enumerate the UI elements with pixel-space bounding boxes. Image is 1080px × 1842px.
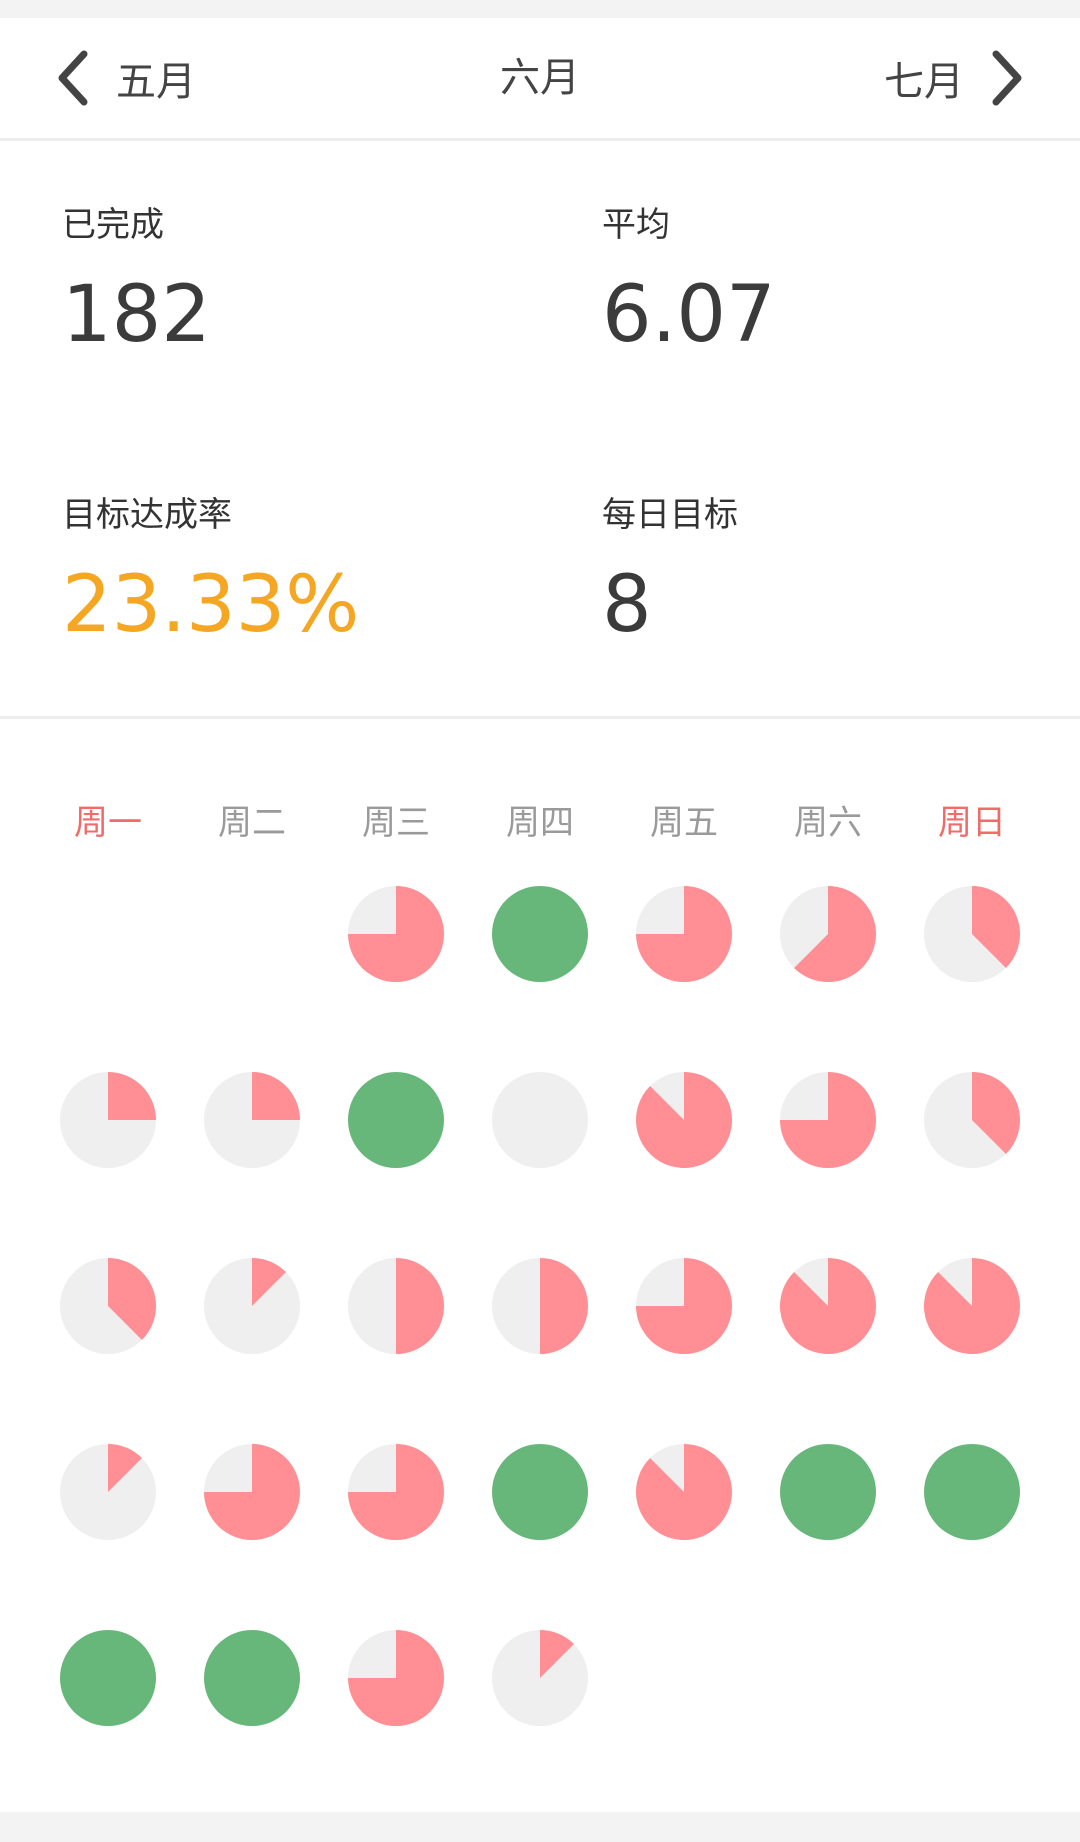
day-progress-pie[interactable] (492, 1258, 588, 1354)
daily-goal-stat: 每日目标 8 (602, 492, 1080, 650)
daily-goal-label: 每日目标 (602, 495, 738, 535)
pie-progress-slice (636, 1444, 732, 1540)
day-progress-pie[interactable] (492, 1630, 588, 1726)
pie-complete-fill (348, 1072, 444, 1168)
day-progress-pie[interactable] (60, 1444, 156, 1540)
chevron-left-icon (56, 50, 90, 106)
pie-progress-slice (636, 1072, 732, 1168)
daily-goal-value: 8 (602, 560, 652, 650)
day-progress-pie[interactable] (924, 1258, 1020, 1354)
day-progress-pie[interactable] (924, 886, 1020, 982)
pie-progress-slice (252, 1072, 300, 1120)
average-label: 平均 (602, 205, 670, 245)
pie-complete-fill (924, 1444, 1020, 1540)
section-divider (0, 716, 1080, 719)
day-progress-pie[interactable] (348, 886, 444, 982)
completed-stat: 已完成 182 (62, 202, 542, 360)
pie-progress-slice (780, 1258, 876, 1354)
day-progress-pie[interactable] (780, 1072, 876, 1168)
completed-label: 已完成 (62, 205, 164, 245)
weekday-thursday: 周四 (506, 803, 574, 843)
goal-rate-value: 23.33% (62, 560, 360, 650)
pie-progress-slice (540, 1258, 588, 1354)
goal-rate-stat: 目标达成率 23.33% (62, 492, 542, 650)
weekday-tuesday: 周二 (218, 803, 286, 843)
weekday-monday: 周一 (74, 803, 142, 843)
previous-month-label: 五月 (116, 59, 196, 105)
day-progress-pie[interactable] (204, 1072, 300, 1168)
day-progress-pie[interactable] (348, 1630, 444, 1726)
pie-complete-fill (204, 1630, 300, 1726)
average-stat: 平均 6.07 (602, 202, 1080, 360)
month-navigation-bar: 五月 六月 七月 (0, 18, 1080, 141)
pie-progress-slice (396, 1258, 444, 1354)
weekday-friday: 周五 (650, 803, 718, 843)
next-month-label: 七月 (884, 59, 964, 105)
pie-complete-fill (492, 1444, 588, 1540)
day-progress-pie[interactable] (636, 1444, 732, 1540)
completed-value: 182 (62, 270, 211, 360)
pie-progress-slice (924, 1258, 1020, 1354)
current-month-title: 六月 (500, 55, 580, 101)
chevron-right-icon (990, 50, 1024, 106)
day-progress-pie[interactable] (204, 1258, 300, 1354)
day-progress-pie[interactable] (204, 1630, 300, 1726)
day-progress-pie[interactable] (636, 1072, 732, 1168)
day-progress-pie[interactable] (492, 1444, 588, 1540)
day-progress-pie[interactable] (60, 1258, 156, 1354)
weekday-wednesday: 周三 (362, 803, 430, 843)
day-progress-pie[interactable] (492, 1072, 588, 1168)
weekday-sunday: 周日 (938, 803, 1006, 843)
day-progress-pie[interactable] (780, 886, 876, 982)
pie-complete-fill (492, 886, 588, 982)
pie-progress-slice (108, 1072, 156, 1120)
day-progress-pie[interactable] (924, 1072, 1020, 1168)
day-progress-pie[interactable] (636, 886, 732, 982)
goal-rate-label: 目标达成率 (62, 495, 232, 535)
pie-complete-fill (60, 1630, 156, 1726)
day-progress-pie[interactable] (492, 886, 588, 982)
day-progress-pie[interactable] (924, 1444, 1020, 1540)
pie-background (492, 1072, 588, 1168)
weekday-saturday: 周六 (794, 803, 862, 843)
stats-card: 五月 六月 七月 已完成 182 平均 6.07 目标达成率 23.33% 每日… (0, 18, 1080, 1812)
day-progress-pie[interactable] (348, 1444, 444, 1540)
day-progress-pie[interactable] (348, 1072, 444, 1168)
average-value: 6.07 (602, 270, 776, 360)
day-progress-pie[interactable] (780, 1258, 876, 1354)
day-progress-pie[interactable] (348, 1258, 444, 1354)
day-progress-pie[interactable] (636, 1258, 732, 1354)
day-progress-pie[interactable] (60, 1630, 156, 1726)
next-month-button[interactable]: 七月 (884, 18, 1024, 138)
previous-month-button[interactable]: 五月 (56, 18, 196, 138)
day-progress-pie[interactable] (204, 1444, 300, 1540)
day-progress-pie[interactable] (780, 1444, 876, 1540)
day-progress-pie[interactable] (60, 1072, 156, 1168)
pie-complete-fill (780, 1444, 876, 1540)
